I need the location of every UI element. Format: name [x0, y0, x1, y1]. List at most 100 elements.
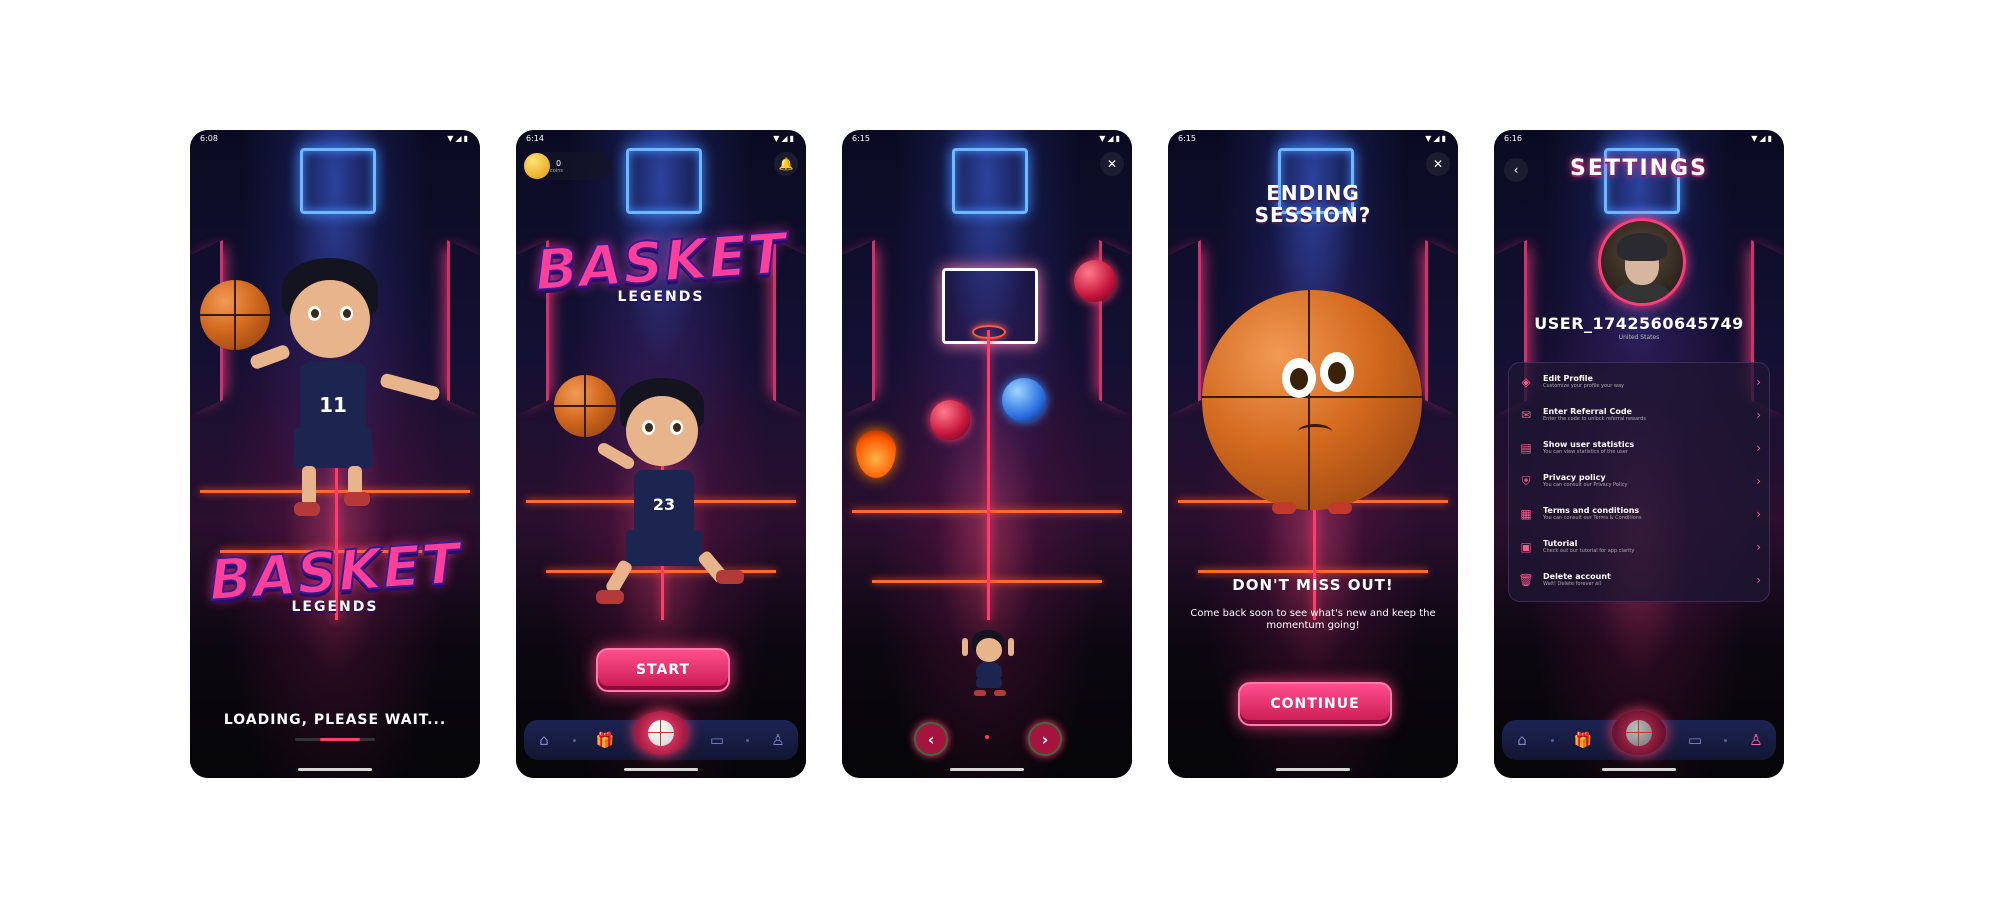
game-logo: BASKET LEGENDS — [516, 220, 806, 305]
dialog-subtitle: DON'T MISS OUT! — [1232, 576, 1394, 594]
page-title: SETTINGS — [1570, 156, 1708, 181]
terms-icon: ▦ — [1520, 507, 1532, 521]
neon-light-left — [1168, 239, 1201, 421]
ticket-icon[interactable]: ▭ — [706, 729, 728, 751]
back-icon[interactable]: ‹ — [1504, 158, 1528, 182]
user-country: United States — [1618, 334, 1660, 341]
menu-edit-profile[interactable]: ◈ Edit Profile Customize your profile you… — [1517, 367, 1761, 397]
status-icons: ▼◢▮ — [447, 133, 470, 143]
menu-item-title: Enter Referral Code — [1543, 407, 1632, 416]
coin-icon — [524, 153, 550, 179]
menu-item-desc: Customize your profile your way — [1543, 383, 1624, 389]
menu-item-title: Show user statistics — [1543, 440, 1635, 449]
play-ball-icon[interactable] — [1612, 711, 1666, 755]
close-icon[interactable]: ✕ — [1426, 152, 1450, 176]
home-indicator[interactable] — [1276, 768, 1350, 771]
status-bar: 6:15 ▼◢▮ — [1168, 130, 1458, 146]
screen-home: 6:14 ▼◢▮ 0 coins 🔔 BASKET LEGENDS 23 STA… — [516, 130, 806, 778]
home-indicator[interactable] — [1602, 768, 1676, 771]
status-icons: ▼◢▮ — [773, 133, 796, 143]
username: USER_1742560645749 — [1534, 314, 1744, 333]
chevron-left-icon[interactable]: ‹ — [914, 722, 948, 756]
page-indicator — [985, 735, 989, 739]
game-logo: BASKET LEGENDS — [190, 530, 480, 615]
chevron-right-icon: › — [1756, 474, 1761, 488]
gift-icon[interactable]: 🎁 — [1572, 729, 1594, 751]
menu-item-title: Privacy policy — [1543, 473, 1606, 482]
chevron-right-icon: › — [1756, 375, 1761, 389]
player-character: 11 — [190, 130, 480, 778]
menu-item-title: Tutorial — [1543, 539, 1578, 548]
status-icons: ▼◢▮ — [1425, 133, 1448, 143]
start-button[interactable]: START — [596, 648, 730, 692]
menu-item-desc: Check out our tutorial for app clarity — [1543, 548, 1635, 554]
home-indicator[interactable] — [298, 768, 372, 771]
gift-icon[interactable]: 🎁 — [594, 729, 616, 751]
dialog-message: Come back soon to see what's new and kee… — [1190, 608, 1436, 631]
tutorial-icon: ▣ — [1520, 540, 1532, 554]
status-icons: ▼◢▮ — [1099, 133, 1122, 143]
status-time: 6:15 — [852, 133, 870, 143]
status-time: 6:08 — [200, 133, 218, 143]
home-indicator[interactable] — [950, 768, 1024, 771]
settings-menu: ◈ Edit Profile Customize your profile you… — [1508, 362, 1770, 602]
menu-item-desc: You can view statistics of the user — [1543, 449, 1628, 455]
menu-item-desc: Enter the code to unlock referral reward… — [1543, 416, 1646, 422]
menu-user-statistics[interactable]: ▤ Show user statistics You can view stati… — [1517, 433, 1761, 463]
profile-icon[interactable]: ♙ — [1745, 729, 1767, 751]
menu-referral-code[interactable]: ✉ Enter Referral Code Enter the code to u… — [1517, 400, 1761, 430]
coin-balance[interactable]: 0 coins — [522, 152, 612, 180]
profile-icon[interactable]: ♙ — [767, 729, 789, 751]
status-bar: 6:16 ▼◢▮ — [1494, 130, 1784, 146]
status-time: 6:14 — [526, 133, 544, 143]
chevron-right-icon: › — [1756, 441, 1761, 455]
screen-settings: 6:16 ▼◢▮ ‹ SETTINGS USER_1742560645749 U… — [1494, 130, 1784, 778]
menu-privacy-policy[interactable]: ⛨ Privacy policy You can consult our Priv… — [1517, 466, 1761, 496]
dialog-title-line1: ENDING — [1266, 181, 1360, 205]
screen-ending-session: 6:15 ▼◢▮ ✕ ENDING SESSION? DON'T MISS OU… — [1168, 130, 1458, 778]
continue-button[interactable]: CONTINUE — [1238, 682, 1392, 726]
dialog-title: ENDING SESSION? — [1168, 182, 1458, 226]
privacy-icon: ⛨ — [1521, 473, 1531, 488]
menu-item-title: Delete account — [1543, 572, 1611, 581]
dialog-title-line2: SESSION? — [1254, 203, 1372, 227]
status-icons: ▼◢▮ — [1751, 133, 1774, 143]
gift-icon: ✉ — [1520, 408, 1532, 422]
mini-player-character — [842, 130, 1132, 778]
menu-item-title: Terms and conditions — [1543, 506, 1640, 515]
status-time: 6:16 — [1504, 133, 1522, 143]
neon-light-right — [1425, 239, 1458, 421]
chevron-right-icon[interactable]: › — [1028, 722, 1062, 756]
home-indicator[interactable] — [624, 768, 698, 771]
ticket-icon[interactable]: ▭ — [1684, 729, 1706, 751]
play-ball-icon[interactable] — [634, 711, 688, 755]
status-bar: 6:15 ▼◢▮ — [842, 130, 1132, 146]
menu-item-desc: You can consult our Privacy Policy — [1543, 482, 1628, 488]
chevron-right-icon: › — [1756, 540, 1761, 554]
chevron-right-icon: › — [1756, 507, 1761, 521]
screen-gameplay: 6:15 ▼◢▮ ✕ ‹ › — [842, 130, 1132, 778]
coin-count: 0 — [556, 158, 562, 168]
avatar[interactable] — [1598, 218, 1686, 306]
menu-delete-account[interactable]: 🗑 Delete account Wait! Delete forever all… — [1517, 565, 1761, 595]
bell-icon[interactable]: 🔔 — [774, 152, 798, 176]
screen-loading: 6:08 ▼◢▮ 11 BASKET LEGENDS LOADING, PLEA… — [190, 130, 480, 778]
menu-tutorial[interactable]: ▣ Tutorial Check out our tutorial for app… — [1517, 532, 1761, 562]
bottom-nav: ⌂ 🎁 ▭ ♙ — [524, 711, 798, 760]
status-time: 6:15 — [1178, 133, 1196, 143]
menu-terms[interactable]: ▦ Terms and conditions You can consult ou… — [1517, 499, 1761, 529]
coin-label: coins — [550, 167, 563, 174]
profile-icon: ◈ — [1521, 375, 1531, 389]
home-icon[interactable]: ⌂ — [533, 729, 555, 751]
stats-icon: ▤ — [1520, 441, 1532, 455]
status-bar: 6:14 ▼◢▮ — [516, 130, 806, 146]
close-icon[interactable]: ✕ — [1100, 152, 1124, 176]
menu-item-desc: You can consult our Terms & Conditions — [1543, 515, 1642, 521]
bottom-nav: ⌂ 🎁 ▭ ♙ — [1502, 711, 1776, 760]
home-icon[interactable]: ⌂ — [1511, 729, 1533, 751]
sad-ball-mascot — [1202, 290, 1422, 520]
trash-icon: 🗑 — [1518, 573, 1534, 587]
menu-item-desc: Wait! Delete forever all — [1543, 581, 1602, 587]
menu-item-title: Edit Profile — [1543, 374, 1593, 383]
status-bar: 6:08 ▼◢▮ — [190, 130, 480, 146]
